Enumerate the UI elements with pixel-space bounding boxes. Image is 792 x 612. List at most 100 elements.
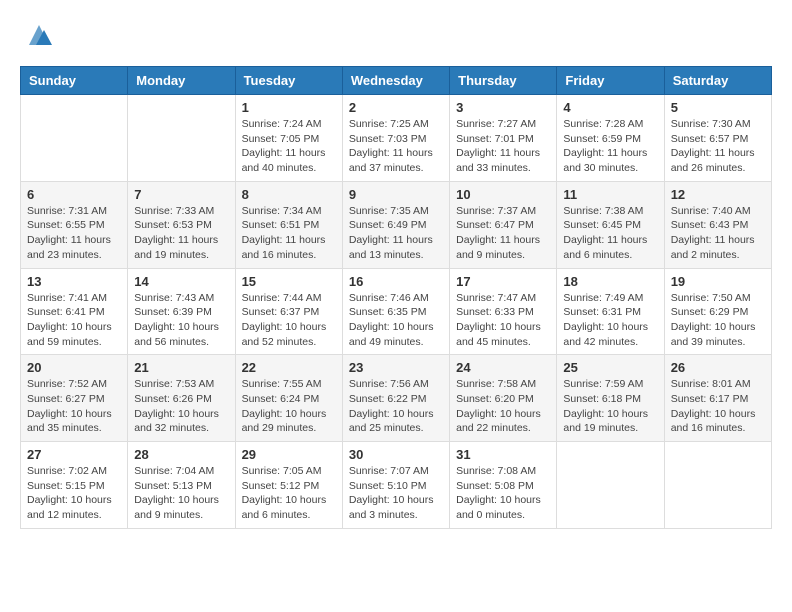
day-info: Sunrise: 7:07 AMSunset: 5:10 PMDaylight:… — [349, 464, 443, 523]
day-number: 29 — [242, 447, 336, 462]
day-number: 18 — [563, 274, 657, 289]
day-info: Sunrise: 7:04 AMSunset: 5:13 PMDaylight:… — [134, 464, 228, 523]
calendar-cell: 14Sunrise: 7:43 AMSunset: 6:39 PMDayligh… — [128, 268, 235, 355]
calendar-cell: 25Sunrise: 7:59 AMSunset: 6:18 PMDayligh… — [557, 355, 664, 442]
day-info: Sunrise: 7:27 AMSunset: 7:01 PMDaylight:… — [456, 117, 550, 176]
day-number: 12 — [671, 187, 765, 202]
day-number: 3 — [456, 100, 550, 115]
calendar-cell: 11 Sunrise: 7:38 AMSunset: 6:45 PMDayligh… — [557, 181, 664, 268]
day-info: Sunrise: 7:46 AMSunset: 6:35 PMDaylight:… — [349, 291, 443, 350]
day-number: 7 — [134, 187, 228, 202]
day-info: Sunrise: 7:49 AMSunset: 6:31 PMDaylight:… — [563, 291, 657, 350]
day-number: 23 — [349, 360, 443, 375]
day-info: Sunrise: 7:56 AMSunset: 6:22 PMDaylight:… — [349, 377, 443, 436]
calendar-cell: 19 Sunrise: 7:50 AMSunset: 6:29 PMDayligh… — [664, 268, 771, 355]
calendar-cell: 26 Sunrise: 8:01 AMSunset: 6:17 PMDayligh… — [664, 355, 771, 442]
column-header-tuesday: Tuesday — [235, 67, 342, 95]
day-info: Sunrise: 7:47 AMSunset: 6:33 PMDaylight:… — [456, 291, 550, 350]
calendar-cell: 1 Sunrise: 7:24 AMSunset: 7:05 PMDaylight… — [235, 95, 342, 182]
calendar-cell: 16 Sunrise: 7:46 AMSunset: 6:35 PMDayligh… — [342, 268, 449, 355]
day-number: 21 — [134, 360, 228, 375]
day-info: Sunrise: 7:44 AMSunset: 6:37 PMDaylight:… — [242, 291, 336, 350]
day-number: 1 — [242, 100, 336, 115]
day-number: 13 — [27, 274, 121, 289]
calendar-week-row: 20 Sunrise: 7:52 AMSunset: 6:27 PMDayligh… — [21, 355, 772, 442]
day-number: 11 — [563, 187, 657, 202]
calendar-cell: 10 Sunrise: 7:37 AMSunset: 6:47 PMDayligh… — [450, 181, 557, 268]
calendar-cell: 22 Sunrise: 7:55 AMSunset: 6:24 PMDayligh… — [235, 355, 342, 442]
calendar-cell: 17 Sunrise: 7:47 AMSunset: 6:33 PMDayligh… — [450, 268, 557, 355]
day-info: Sunrise: 7:41 AMSunset: 6:41 PMDaylight:… — [27, 291, 121, 350]
calendar-cell: 7 Sunrise: 7:33 AMSunset: 6:53 PMDaylight… — [128, 181, 235, 268]
day-info: Sunrise: 7:40 AMSunset: 6:43 PMDaylight:… — [671, 204, 765, 263]
calendar-cell: 12 Sunrise: 7:40 AMSunset: 6:43 PMDayligh… — [664, 181, 771, 268]
day-info: Sunrise: 7:28 AMSunset: 6:59 PMDaylight:… — [563, 117, 657, 176]
day-info: Sunrise: 7:50 AMSunset: 6:29 PMDaylight:… — [671, 291, 765, 350]
day-number: 17 — [456, 274, 550, 289]
calendar-cell: 2 Sunrise: 7:25 AMSunset: 7:03 PMDaylight… — [342, 95, 449, 182]
calendar-header-row: SundayMondayTuesdayWednesdayThursdayFrid… — [21, 67, 772, 95]
day-info: Sunrise: 7:33 AMSunset: 6:53 PMDaylight:… — [134, 204, 228, 263]
day-number: 30 — [349, 447, 443, 462]
calendar-cell — [128, 95, 235, 182]
day-info: Sunrise: 7:53 AMSunset: 6:26 PMDaylight:… — [134, 377, 228, 436]
calendar-cell: 13 Sunrise: 7:41 AMSunset: 6:41 PMDayligh… — [21, 268, 128, 355]
day-number: 19 — [671, 274, 765, 289]
day-number: 27 — [27, 447, 121, 462]
calendar-cell: 23 Sunrise: 7:56 AMSunset: 6:22 PMDayligh… — [342, 355, 449, 442]
column-header-sunday: Sunday — [21, 67, 128, 95]
day-number: 25 — [563, 360, 657, 375]
calendar-cell: 8 Sunrise: 7:34 AMSunset: 6:51 PMDaylight… — [235, 181, 342, 268]
day-info: Sunrise: 7:31 AMSunset: 6:55 PMDaylight:… — [27, 204, 121, 263]
column-header-saturday: Saturday — [664, 67, 771, 95]
calendar-table: SundayMondayTuesdayWednesdayThursdayFrid… — [20, 66, 772, 529]
day-info: Sunrise: 8:01 AMSunset: 6:17 PMDaylight:… — [671, 377, 765, 436]
calendar-week-row: 6 Sunrise: 7:31 AMSunset: 6:55 PMDaylight… — [21, 181, 772, 268]
calendar-cell: 29Sunrise: 7:05 AMSunset: 5:12 PMDayligh… — [235, 442, 342, 529]
day-info: Sunrise: 7:35 AMSunset: 6:49 PMDaylight:… — [349, 204, 443, 263]
day-number: 16 — [349, 274, 443, 289]
day-info: Sunrise: 7:34 AMSunset: 6:51 PMDaylight:… — [242, 204, 336, 263]
calendar-cell: 27 Sunrise: 7:02 AMSunset: 5:15 PMDayligh… — [21, 442, 128, 529]
day-info: Sunrise: 7:52 AMSunset: 6:27 PMDaylight:… — [27, 377, 121, 436]
day-number: 28 — [134, 447, 228, 462]
day-number: 8 — [242, 187, 336, 202]
column-header-monday: Monday — [128, 67, 235, 95]
calendar-week-row: 13 Sunrise: 7:41 AMSunset: 6:41 PMDayligh… — [21, 268, 772, 355]
calendar-cell: 28 Sunrise: 7:04 AMSunset: 5:13 PMDayligh… — [128, 442, 235, 529]
day-info: Sunrise: 7:38 AMSunset: 6:45 PMDaylight:… — [563, 204, 657, 263]
day-number: 5 — [671, 100, 765, 115]
calendar-cell: 3 Sunrise: 7:27 AMSunset: 7:01 PMDaylight… — [450, 95, 557, 182]
calendar-cell: 5Sunrise: 7:30 AMSunset: 6:57 PMDaylight… — [664, 95, 771, 182]
day-number: 22 — [242, 360, 336, 375]
calendar-cell — [557, 442, 664, 529]
day-info: Sunrise: 7:02 AMSunset: 5:15 PMDaylight:… — [27, 464, 121, 523]
day-info: Sunrise: 7:25 AMSunset: 7:03 PMDaylight:… — [349, 117, 443, 176]
day-number: 4 — [563, 100, 657, 115]
page-header — [20, 20, 772, 50]
column-header-friday: Friday — [557, 67, 664, 95]
day-number: 10 — [456, 187, 550, 202]
day-number: 6 — [27, 187, 121, 202]
day-number: 15 — [242, 274, 336, 289]
day-number: 20 — [27, 360, 121, 375]
day-number: 24 — [456, 360, 550, 375]
day-info: Sunrise: 7:08 AMSunset: 5:08 PMDaylight:… — [456, 464, 550, 523]
column-header-thursday: Thursday — [450, 67, 557, 95]
day-info: Sunrise: 7:37 AMSunset: 6:47 PMDaylight:… — [456, 204, 550, 263]
logo — [20, 20, 54, 50]
day-info: Sunrise: 7:55 AMSunset: 6:24 PMDaylight:… — [242, 377, 336, 436]
calendar-cell: 21 Sunrise: 7:53 AMSunset: 6:26 PMDayligh… — [128, 355, 235, 442]
calendar-cell: 9 Sunrise: 7:35 AMSunset: 6:49 PMDaylight… — [342, 181, 449, 268]
day-number: 9 — [349, 187, 443, 202]
calendar-cell: 4 Sunrise: 7:28 AMSunset: 6:59 PMDaylight… — [557, 95, 664, 182]
day-number: 2 — [349, 100, 443, 115]
day-info: Sunrise: 7:43 AMSunset: 6:39 PMDaylight:… — [134, 291, 228, 350]
calendar-cell — [664, 442, 771, 529]
logo-icon — [24, 20, 54, 50]
calendar-week-row: 27 Sunrise: 7:02 AMSunset: 5:15 PMDayligh… — [21, 442, 772, 529]
calendar-cell: 30 Sunrise: 7:07 AMSunset: 5:10 PMDayligh… — [342, 442, 449, 529]
day-number: 26 — [671, 360, 765, 375]
calendar-week-row: 1 Sunrise: 7:24 AMSunset: 7:05 PMDaylight… — [21, 95, 772, 182]
day-info: Sunrise: 7:24 AMSunset: 7:05 PMDaylight:… — [242, 117, 336, 176]
